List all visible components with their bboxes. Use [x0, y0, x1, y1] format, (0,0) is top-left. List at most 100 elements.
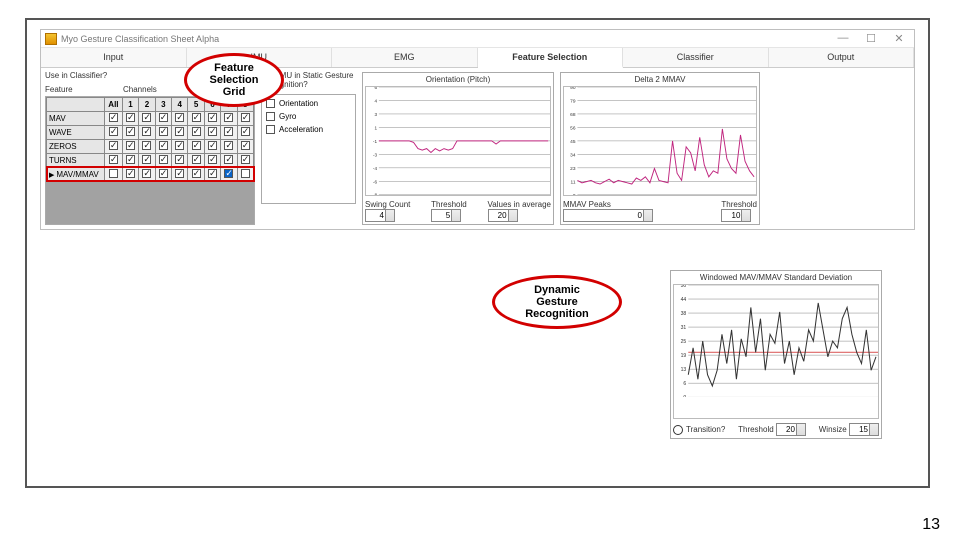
- orientation-chart-title: Orientation (Pitch): [365, 75, 551, 84]
- channel-checkbox[interactable]: [126, 155, 135, 164]
- channel-checkbox[interactable]: [224, 113, 233, 122]
- channel-checkbox[interactable]: [192, 113, 201, 122]
- channel-checkbox[interactable]: [241, 155, 250, 164]
- channel-checkbox[interactable]: [175, 141, 184, 150]
- imu-checkbox[interactable]: [266, 112, 275, 121]
- imu-item-label: Orientation: [279, 99, 318, 108]
- channel-checkbox[interactable]: [241, 141, 250, 150]
- minimize-button[interactable]: —: [832, 32, 854, 45]
- svg-text:56: 56: [570, 125, 576, 131]
- svg-text:38: 38: [681, 311, 687, 317]
- channel-checkbox[interactable]: [142, 155, 151, 164]
- channel-checkbox[interactable]: [175, 169, 184, 178]
- channel-checkbox[interactable]: [241, 113, 250, 122]
- svg-text:6: 6: [374, 87, 377, 91]
- svg-text:-1: -1: [373, 139, 377, 145]
- delta-threshold-field[interactable]: 10: [721, 209, 751, 222]
- win-threshold-label: Threshold: [738, 425, 774, 434]
- svg-text:79: 79: [570, 98, 576, 104]
- channel-checkbox[interactable]: [142, 141, 151, 150]
- channel-checkbox[interactable]: [208, 169, 217, 178]
- channel-checkbox[interactable]: [224, 127, 233, 136]
- values-avg-label: Values in average: [488, 200, 551, 209]
- channel-checkbox[interactable]: [159, 155, 168, 164]
- channel-checkbox[interactable]: [208, 113, 217, 122]
- main-tabs: Input IMU EMG Feature Selection Classifi…: [41, 48, 914, 68]
- mmav-peaks-field[interactable]: 0: [563, 209, 653, 222]
- svg-text:-4: -4: [373, 166, 377, 172]
- channel-checkbox[interactable]: [109, 141, 118, 150]
- channel-checkbox[interactable]: [142, 169, 151, 178]
- channel-checkbox[interactable]: [142, 127, 151, 136]
- svg-text:-8: -8: [373, 193, 377, 195]
- channel-checkbox[interactable]: [224, 169, 233, 178]
- winsize-field[interactable]: 15: [849, 423, 879, 436]
- tab-output[interactable]: Output: [769, 48, 915, 67]
- values-avg-field[interactable]: 20: [488, 209, 518, 222]
- app-window: Myo Gesture Classification Sheet Alpha —…: [40, 29, 915, 230]
- close-button[interactable]: ✕: [888, 32, 910, 45]
- svg-text:0: 0: [683, 395, 686, 397]
- channel-checkbox[interactable]: [159, 113, 168, 122]
- feature-col-label: Feature: [45, 85, 123, 94]
- channel-checkbox[interactable]: [175, 155, 184, 164]
- channel-checkbox[interactable]: [126, 113, 135, 122]
- tab-emg[interactable]: EMG: [332, 48, 478, 67]
- channel-checkbox[interactable]: [126, 127, 135, 136]
- annotation-dynamic-gesture: Dynamic Gesture Recognition: [492, 275, 622, 329]
- imu-checkbox[interactable]: [266, 125, 275, 134]
- transition-radio[interactable]: [673, 425, 683, 435]
- channel-checkbox[interactable]: [159, 127, 168, 136]
- channel-checkbox[interactable]: [159, 141, 168, 150]
- svg-text:25: 25: [681, 339, 687, 345]
- page-number: 13: [922, 516, 940, 534]
- maximize-button[interactable]: ☐: [860, 32, 882, 45]
- annotation-feature-grid: Feature Selection Grid: [184, 53, 284, 107]
- win-threshold-field[interactable]: 20: [776, 423, 806, 436]
- swing-count-field[interactable]: 4: [365, 209, 395, 222]
- channel-checkbox[interactable]: [241, 127, 250, 136]
- orient-threshold-label: Threshold: [431, 200, 467, 209]
- channel-checkbox[interactable]: [224, 141, 233, 150]
- channel-checkbox[interactable]: [142, 113, 151, 122]
- grid-empty-area: [46, 182, 254, 224]
- channel-checkbox[interactable]: [192, 127, 201, 136]
- channel-checkbox[interactable]: [208, 141, 217, 150]
- channel-checkbox[interactable]: [159, 169, 168, 178]
- channel-checkbox[interactable]: [175, 127, 184, 136]
- titlebar: Myo Gesture Classification Sheet Alpha —…: [41, 30, 914, 48]
- channel-checkbox[interactable]: [224, 155, 233, 164]
- channel-checkbox[interactable]: [109, 155, 118, 164]
- tab-input[interactable]: Input: [41, 48, 187, 67]
- channel-checkbox[interactable]: [126, 141, 135, 150]
- grid-col-header: 3: [155, 97, 171, 111]
- orient-threshold-field[interactable]: 5: [431, 209, 461, 222]
- feature-row-name: TURNS: [47, 153, 105, 167]
- windowed-std-title: Windowed MAV/MMAV Standard Deviation: [673, 273, 879, 282]
- svg-text:6: 6: [683, 381, 686, 387]
- orientation-chart-pane: Orientation (Pitch) -8-6-4-3-11346 Swing…: [362, 72, 554, 225]
- tab-feature-selection[interactable]: Feature Selection: [478, 48, 624, 68]
- svg-text:44: 44: [681, 297, 687, 303]
- svg-text:31: 31: [681, 325, 687, 331]
- svg-text:-6: -6: [373, 179, 377, 185]
- channel-checkbox[interactable]: [126, 169, 135, 178]
- grid-col-header: 4: [172, 97, 188, 111]
- channel-checkbox[interactable]: [175, 113, 184, 122]
- app-icon: [45, 33, 57, 45]
- channel-checkbox[interactable]: [192, 141, 201, 150]
- channel-checkbox[interactable]: [208, 155, 217, 164]
- svg-text:4: 4: [374, 98, 377, 104]
- feature-selection-grid[interactable]: All12345678MAVWAVEZEROSTURNSMAV/MMAV: [46, 97, 254, 182]
- grid-col-header: All: [105, 97, 123, 111]
- channel-checkbox[interactable]: [192, 169, 201, 178]
- channel-checkbox[interactable]: [109, 127, 118, 136]
- channel-checkbox[interactable]: [109, 169, 118, 178]
- channel-checkbox[interactable]: [241, 169, 250, 178]
- svg-text:45: 45: [570, 139, 576, 145]
- channel-checkbox[interactable]: [109, 113, 118, 122]
- channel-checkbox[interactable]: [192, 155, 201, 164]
- svg-text:19: 19: [681, 353, 687, 359]
- channel-checkbox[interactable]: [208, 127, 217, 136]
- tab-classifier[interactable]: Classifier: [623, 48, 769, 67]
